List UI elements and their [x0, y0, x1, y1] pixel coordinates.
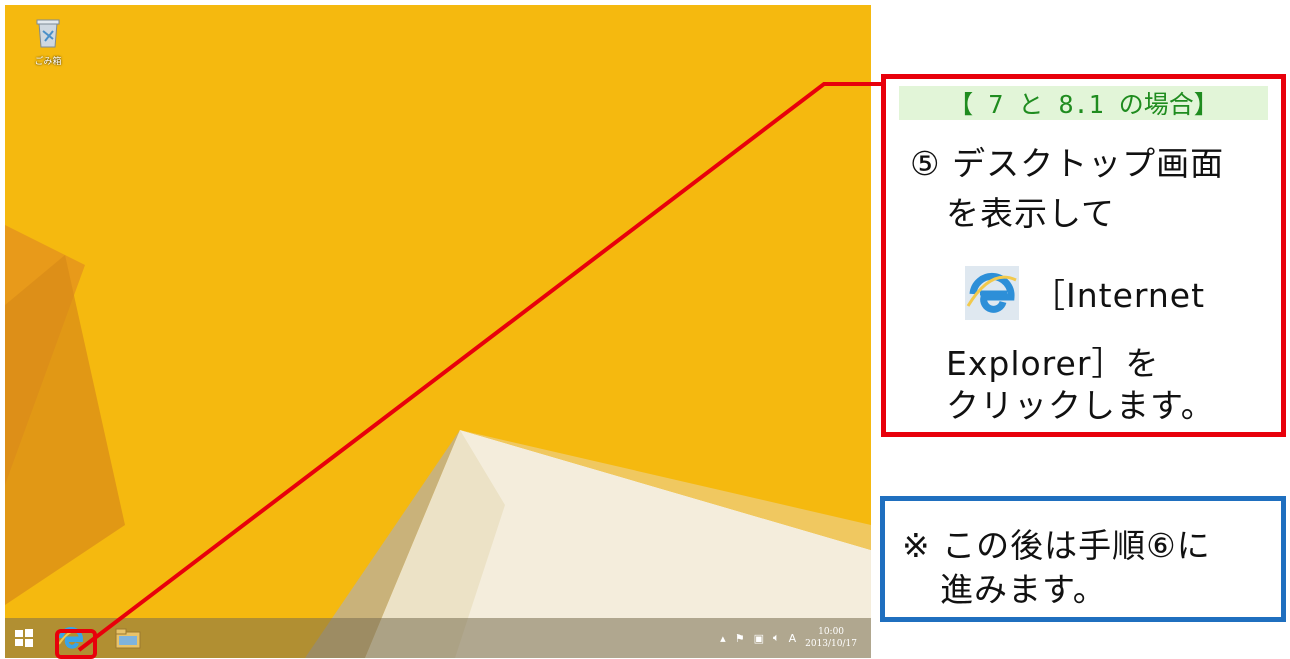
note-line-1: ※ この後は手順⑥に [902, 526, 1211, 565]
callout-ie-icon [965, 266, 1019, 324]
volume-icon[interactable]: 🔈︎ [773, 631, 780, 645]
internet-explorer-icon [965, 266, 1019, 320]
recycle-bin[interactable]: ごみ箱 [27, 17, 69, 67]
windows-logo-icon [15, 629, 33, 647]
callout-header: 【 7 と 8.1 の場合】 [899, 86, 1268, 120]
ie-button-highlight [55, 629, 97, 659]
system-tray: ▴ ⚑ ▣ 🔈︎ A 10:00 2013/10/17 [720, 618, 857, 658]
instruction-callout: 【 7 と 8.1 の場合】 ⑤ デスクトップ画面 を表示して ［Interne… [881, 74, 1286, 437]
recycle-bin-label: ごみ箱 [34, 57, 62, 67]
callout-line-2: を表示して [946, 194, 1116, 233]
recycle-bin-icon [36, 19, 60, 48]
taskbar-file-explorer[interactable] [111, 618, 145, 658]
clock[interactable]: 10:00 2013/10/17 [805, 626, 857, 650]
clock-date: 2013/10/17 [805, 639, 857, 649]
taskbar: ▴ ⚑ ▣ 🔈︎ A 10:00 2013/10/17 [5, 618, 871, 658]
callout-line-3: ［Internet [1032, 276, 1206, 315]
clock-time: 10:00 [818, 627, 845, 637]
callout-line-4: Explorer］を [946, 344, 1160, 383]
network-icon[interactable]: ▣ [754, 632, 764, 645]
desktop: ごみ箱 ▴ ⚑ ▣ 🔈︎ A 10:00 2013/10/17 [5, 5, 871, 658]
note-line-2: 進みます。 [940, 570, 1107, 609]
start-button[interactable] [9, 618, 39, 658]
action-center-flag-icon[interactable]: ⚑ [735, 632, 745, 645]
tray-overflow-icon[interactable]: ▴ [720, 632, 726, 645]
ime-indicator[interactable]: A [789, 632, 797, 645]
wallpaper [5, 225, 871, 658]
callout-line-5: クリックします。 [946, 386, 1215, 425]
folder-icon [115, 628, 141, 649]
callout-line-1: ⑤ デスクトップ画面 [910, 144, 1225, 183]
note-box: ※ この後は手順⑥に 進みます。 [880, 496, 1286, 622]
